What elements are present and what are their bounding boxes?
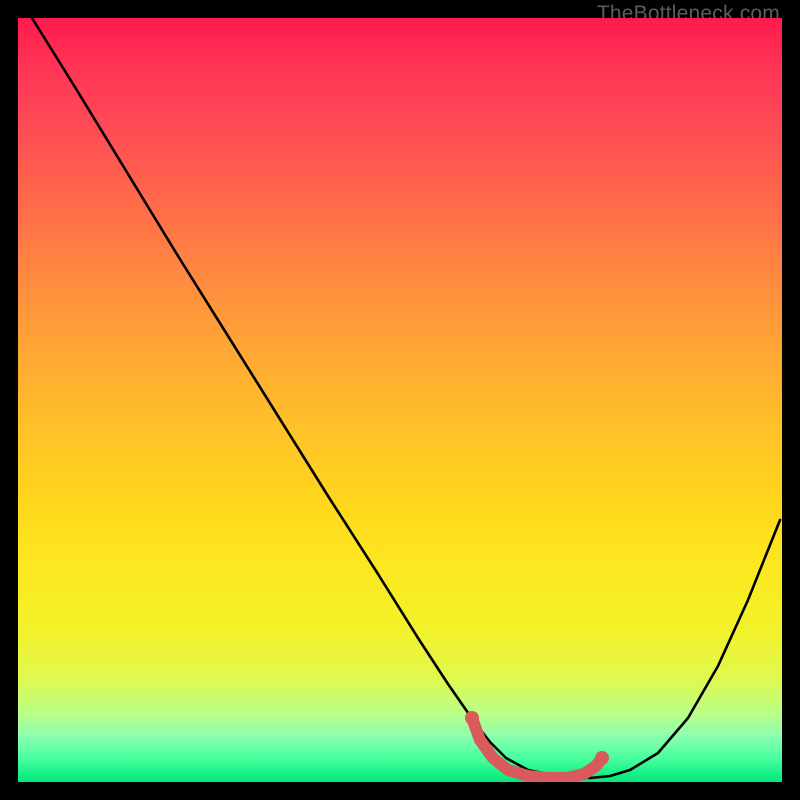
black-curve — [32, 18, 780, 778]
red-dot-left — [465, 711, 479, 725]
red-bottom-segment — [472, 718, 602, 778]
chart-outer-frame: TheBottleneck.com — [0, 0, 800, 800]
red-dot-right — [595, 751, 609, 765]
chart-svg — [18, 18, 782, 782]
plot-area — [18, 18, 782, 782]
